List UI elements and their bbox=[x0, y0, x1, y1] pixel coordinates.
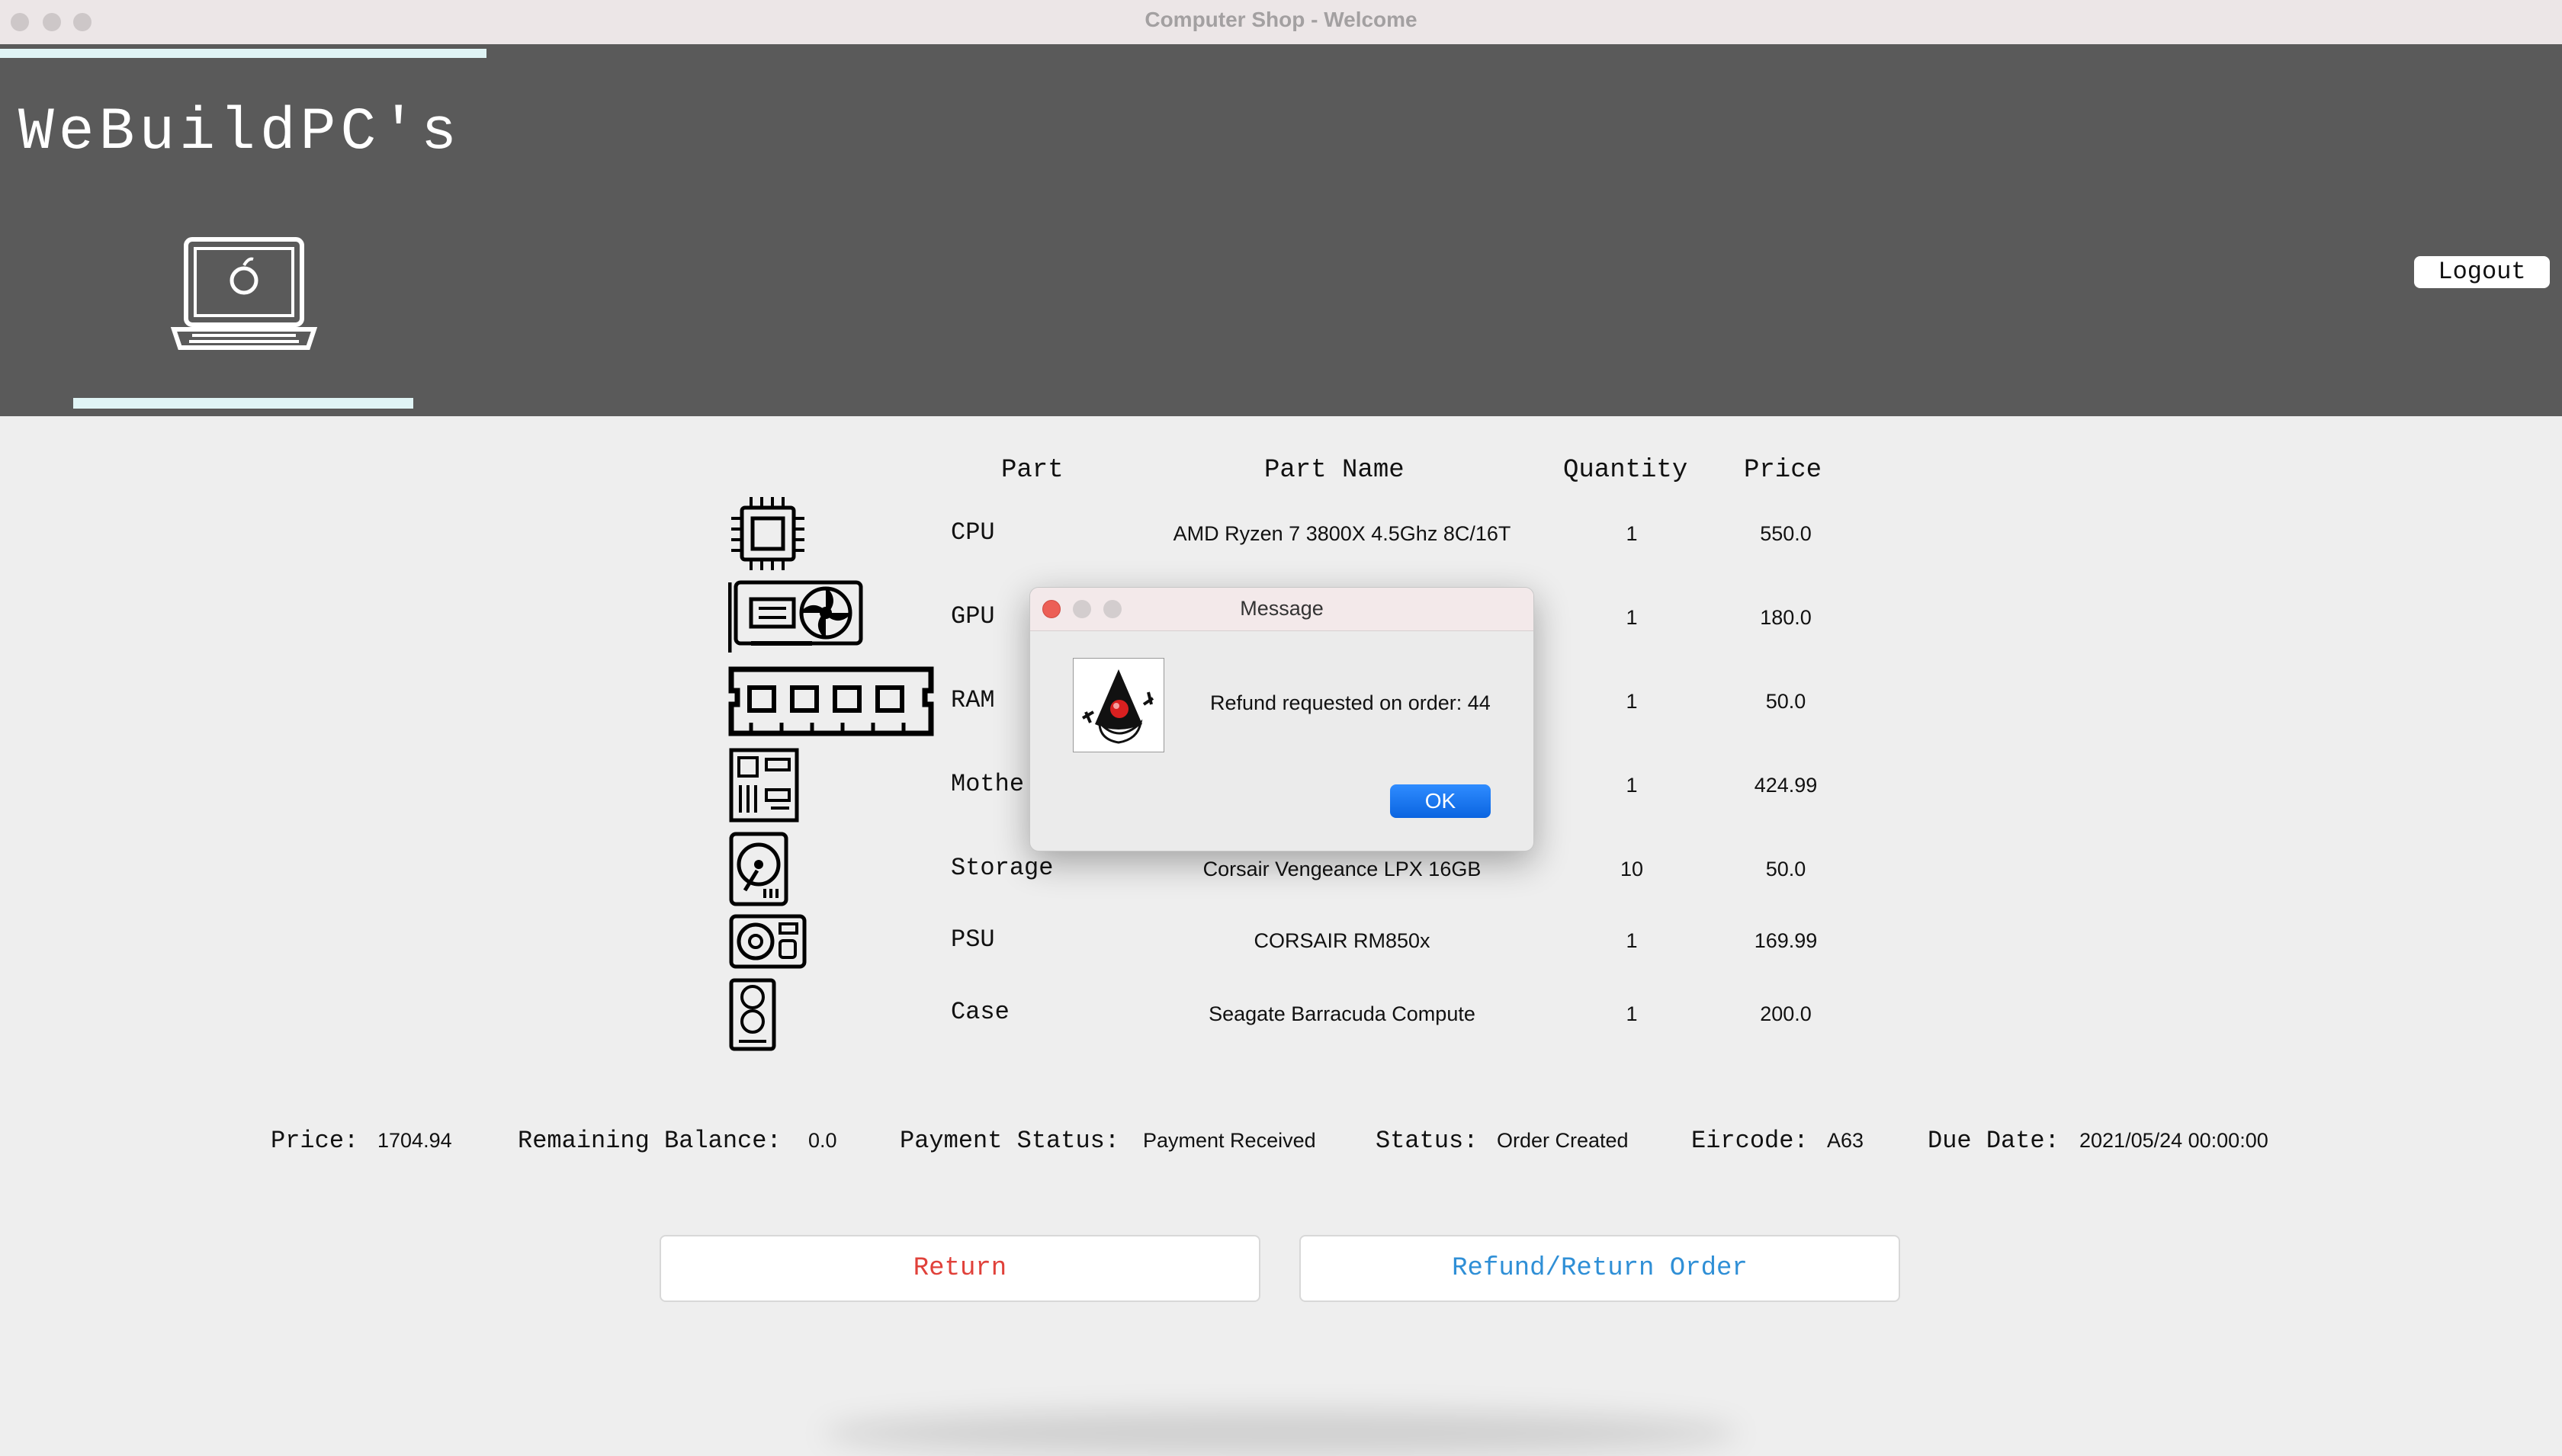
column-header-part-name: Part Name bbox=[1264, 456, 1405, 485]
price-cell: 180.0 bbox=[1760, 606, 1812, 629]
part-name-cell: Seagate Barracuda Compute bbox=[1209, 1002, 1475, 1025]
order-status-value: Order Created bbox=[1497, 1129, 1629, 1152]
price-cell: 50.0 bbox=[1765, 690, 1806, 713]
quantity-cell: 1 bbox=[1626, 522, 1638, 545]
part-label: GPU bbox=[951, 602, 995, 630]
part-label: RAM bbox=[951, 686, 995, 714]
part-label: Mothe bbox=[951, 770, 1025, 798]
column-header-price: Price bbox=[1744, 456, 1822, 485]
motherboard-icon bbox=[729, 748, 799, 823]
part-name-cell: AMD Ryzen 7 3800X 4.5Ghz 8C/16T bbox=[1173, 522, 1511, 545]
part-label: PSU bbox=[951, 925, 995, 954]
due-date-value: 2021/05/24 00:00:00 bbox=[2079, 1129, 2268, 1152]
eircode-value: A63 bbox=[1827, 1129, 1864, 1152]
ram-icon bbox=[728, 666, 934, 736]
dialog-titlebar: Message bbox=[1030, 588, 1533, 631]
window-title: Computer Shop - Welcome bbox=[1145, 8, 1417, 31]
part-label: Storage bbox=[951, 854, 1054, 882]
balance-label: Remaining Balance: bbox=[518, 1127, 782, 1155]
column-header-quantity: Quantity bbox=[1563, 456, 1688, 485]
payment-status-label: Payment Status: bbox=[900, 1127, 1120, 1155]
app-header: WeBuildPC's Logout bbox=[0, 44, 2562, 416]
quantity-cell: 1 bbox=[1626, 929, 1638, 952]
message-dialog: Message Refund requested on order: 44 OK bbox=[1029, 587, 1534, 851]
ok-button[interactable]: OK bbox=[1390, 784, 1491, 818]
part-label: CPU bbox=[951, 518, 995, 547]
header-divider-top bbox=[0, 49, 486, 58]
eircode-label: Eircode: bbox=[1691, 1127, 1809, 1155]
part-label: Case bbox=[951, 998, 1010, 1026]
price-cell: 424.99 bbox=[1754, 774, 1818, 797]
part-name-cell: Corsair Vengeance LPX 16GB bbox=[1202, 858, 1482, 880]
refund-return-order-button[interactable]: Refund/Return Order bbox=[1299, 1235, 1900, 1302]
dialog-title: Message bbox=[1240, 597, 1324, 620]
quantity-cell: 1 bbox=[1626, 774, 1638, 797]
case-icon bbox=[729, 978, 776, 1051]
column-header-part: Part bbox=[1001, 456, 1064, 485]
window-titlebar: Computer Shop - Welcome bbox=[0, 0, 2562, 45]
price-label: Price: bbox=[271, 1127, 359, 1155]
quantity-cell: 10 bbox=[1620, 858, 1644, 880]
part-name-cell: CORSAIR RM850x bbox=[1254, 929, 1430, 952]
price-value: 1704.94 bbox=[377, 1129, 452, 1152]
price-cell: 200.0 bbox=[1760, 1002, 1812, 1025]
cpu-icon bbox=[731, 497, 804, 570]
order-status-label: Status: bbox=[1376, 1127, 1478, 1155]
payment-status-value: Payment Received bbox=[1143, 1129, 1316, 1152]
logout-button[interactable]: Logout bbox=[2414, 256, 2550, 288]
psu-icon bbox=[729, 914, 807, 969]
storage-icon bbox=[729, 832, 788, 906]
price-cell: 50.0 bbox=[1765, 858, 1806, 880]
gpu-icon bbox=[728, 580, 863, 653]
laptop-logo-icon bbox=[170, 237, 318, 350]
quantity-cell: 1 bbox=[1626, 1002, 1638, 1025]
price-cell: 169.99 bbox=[1754, 929, 1818, 952]
quantity-cell: 1 bbox=[1626, 690, 1638, 713]
due-date-label: Due Date: bbox=[1928, 1127, 2060, 1155]
return-button[interactable]: Return bbox=[660, 1235, 1260, 1302]
dialog-message: Refund requested on order: 44 bbox=[1210, 691, 1491, 714]
balance-value: 0.0 bbox=[808, 1129, 837, 1152]
brand-title: WeBuildPC's bbox=[18, 99, 461, 166]
header-divider-bottom bbox=[73, 398, 413, 409]
quantity-cell: 1 bbox=[1626, 606, 1638, 629]
window-shadow bbox=[824, 1410, 1738, 1456]
price-cell: 550.0 bbox=[1760, 522, 1812, 545]
java-duke-icon bbox=[1073, 658, 1164, 752]
